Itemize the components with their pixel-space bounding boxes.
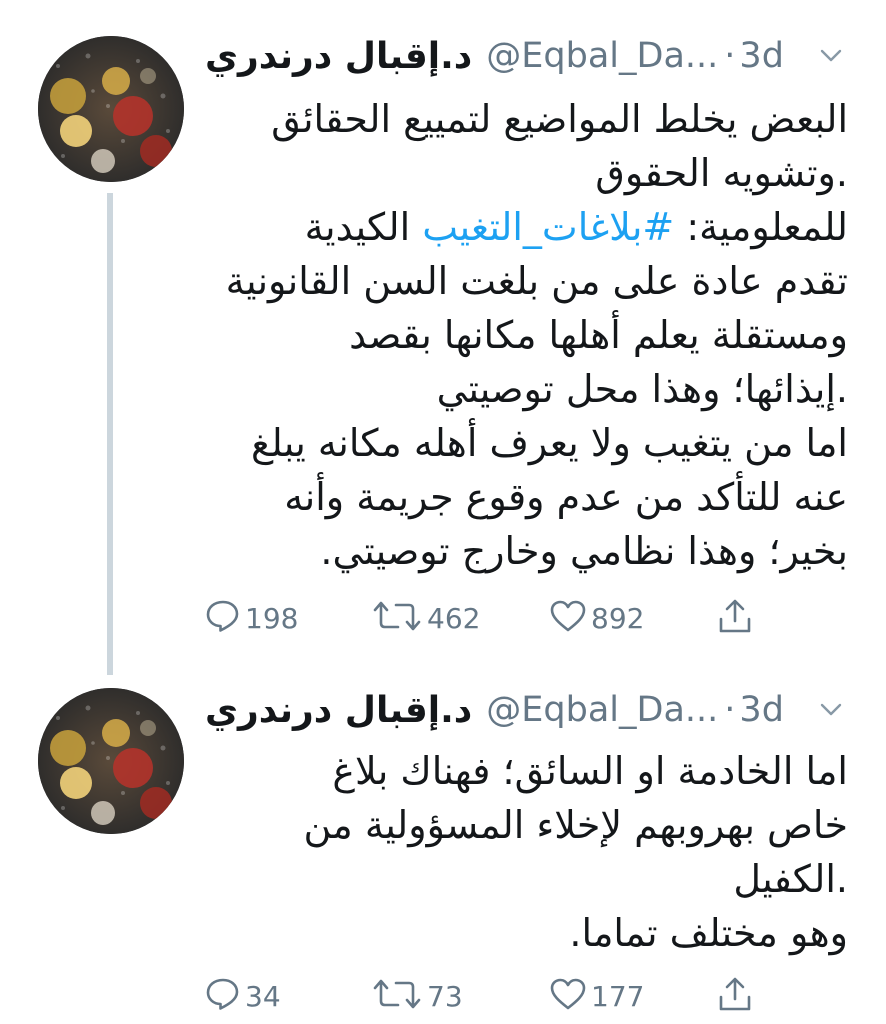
share-icon (717, 975, 753, 1017)
reply-count: 198 (245, 601, 299, 635)
tweet-line: بخير؛ وهذا نظامي وخارج توصيتي. (320, 529, 848, 573)
retweet-count: 73 (427, 979, 463, 1013)
tweet-line: تقدم عادة على من بلغت السن القانونية (225, 259, 848, 303)
tweet-line: .وتشويه الحقوق (595, 151, 848, 195)
retweet-button[interactable]: 73 (371, 974, 463, 1018)
tweet-line: ومستقلة يعلم أهلها مكانها بقصد (349, 313, 848, 357)
like-count: 177 (591, 979, 645, 1013)
tweet-header: د.إقبال درندري @Eqbal_Da... · 3d (205, 30, 846, 82)
share-icon (717, 597, 753, 639)
retweet-button[interactable]: 462 (371, 596, 480, 640)
tweet-line: خاص بهروبهم لإخلاء المسؤولية من (303, 803, 848, 847)
like-button[interactable]: 177 (549, 974, 644, 1018)
user-handle[interactable]: @Eqbal_Da... (486, 690, 718, 730)
tweet-text: اما الخادمة او السائق؛ فهناك بلاغ خاص به… (205, 744, 848, 960)
avatar[interactable] (38, 36, 184, 182)
tweet-line: البعض يخلط المواضيع لتمييع الحقائق (271, 97, 848, 141)
chevron-down-icon[interactable] (816, 41, 846, 71)
like-button[interactable]: 892 (549, 596, 644, 640)
tweet[interactable]: د.إقبال درندري @Eqbal_Da... · 3d البعض ي… (0, 0, 886, 670)
tweet[interactable]: د.إقبال درندري @Eqbal_Da... · 3d اما الخ… (0, 670, 886, 1024)
heart-icon (549, 599, 587, 637)
tweet-actions: 198 462 892 (205, 596, 765, 640)
tweet-line: اما من يتغيب ولا يعرف أهله مكانه يبلغ (250, 421, 848, 465)
reply-icon (205, 977, 241, 1015)
hashtag-link[interactable]: #بلاغات_التغيب (422, 205, 674, 249)
timestamp[interactable]: 3d (739, 36, 784, 76)
retweet-icon (371, 978, 423, 1014)
separator-dot: · (724, 36, 736, 76)
reply-button[interactable]: 34 (205, 974, 281, 1018)
share-button[interactable] (717, 974, 753, 1018)
line-prefix: للمعلومية: (674, 205, 848, 249)
reply-icon (205, 599, 241, 637)
heart-icon (549, 977, 587, 1015)
like-count: 892 (591, 601, 645, 635)
chevron-down-icon[interactable] (816, 695, 846, 725)
tweet-actions: 34 73 177 (205, 974, 765, 1018)
reply-button[interactable]: 198 (205, 596, 298, 640)
display-name[interactable]: د.إقبال درندري (205, 36, 472, 77)
tweet-line-with-hashtag: للمعلومية: #بلاغات_التغيب الكيدية (205, 200, 848, 254)
reply-count: 34 (245, 979, 281, 1013)
share-button[interactable] (717, 596, 753, 640)
display-name[interactable]: د.إقبال درندري (205, 690, 472, 731)
tweet-line: .الكفيل (733, 857, 848, 901)
retweet-count: 462 (427, 601, 481, 635)
tweet-line: وهو مختلف تماما. (569, 911, 848, 955)
line-suffix: الكيدية (304, 205, 423, 249)
retweet-icon (371, 600, 423, 636)
tweet-header: د.إقبال درندري @Eqbal_Da... · 3d (205, 684, 846, 736)
separator-dot: · (724, 690, 736, 730)
timestamp[interactable]: 3d (739, 690, 784, 730)
avatar[interactable] (38, 688, 184, 834)
tweet-line: .إيذائها؛ وهذا محل توصيتي (436, 367, 848, 411)
user-handle[interactable]: @Eqbal_Da... (486, 36, 718, 76)
tweet-line: اما الخادمة او السائق؛ فهناك بلاغ (332, 749, 848, 793)
tweet-line: عنه للتأكد من عدم وقوع جريمة وأنه (284, 475, 848, 519)
tweet-text: البعض يخلط المواضيع لتمييع الحقائق .وتشو… (205, 92, 848, 578)
